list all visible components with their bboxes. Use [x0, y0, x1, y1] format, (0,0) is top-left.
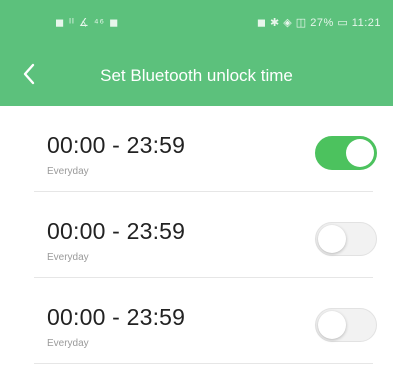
toggle-knob [318, 225, 346, 253]
time-range: 00:00 - 23:59 [47, 304, 186, 330]
status-bar-right: ◼ ✱ ◈ ◫ 27% ▭ 11:21 [256, 17, 381, 29]
status-bar-left: ◼ ᴵᴵ ∡ ⁴⁶ ◼ [55, 17, 120, 29]
time-range: 00:00 - 23:59 [47, 132, 186, 158]
list-item[interactable]: 00:00 - 23:59 Everyday [0, 278, 393, 364]
toggle-knob [318, 311, 346, 339]
enable-toggle[interactable] [315, 222, 377, 256]
app-header: ◼ ᴵᴵ ∡ ⁴⁶ ◼ ◼ ✱ ◈ ◫ 27% ▭ 11:21 Set Blue… [0, 0, 393, 106]
divider [34, 363, 373, 364]
enable-toggle[interactable] [315, 308, 377, 342]
repeat-label: Everyday [47, 166, 89, 177]
unlock-time-list: 00:00 - 23:59 Everyday 00:00 - 23:59 Eve… [0, 106, 393, 364]
repeat-label: Everyday [47, 252, 89, 263]
toggle-knob [346, 139, 374, 167]
status-bar: ◼ ᴵᴵ ∡ ⁴⁶ ◼ ◼ ✱ ◈ ◫ 27% ▭ 11:21 [0, 14, 393, 34]
list-item[interactable]: 00:00 - 23:59 Everyday [0, 106, 393, 192]
enable-toggle[interactable] [315, 136, 377, 170]
repeat-label: Everyday [47, 338, 89, 349]
list-item[interactable]: 00:00 - 23:59 Everyday [0, 192, 393, 278]
time-range: 00:00 - 23:59 [47, 218, 186, 244]
page-title: Set Bluetooth unlock time [100, 66, 293, 85]
